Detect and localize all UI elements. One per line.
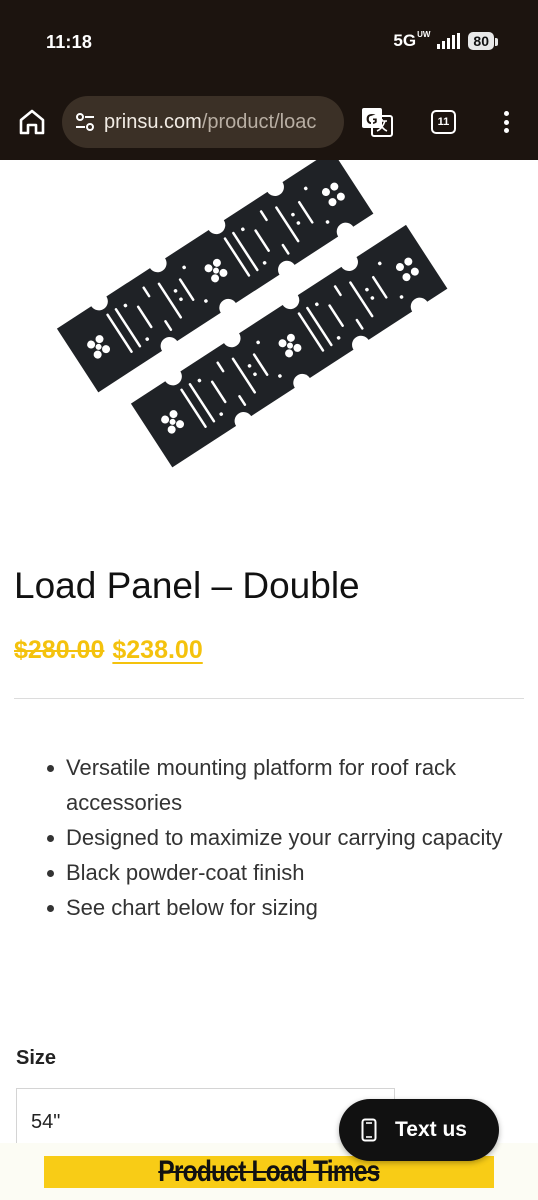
- feature-list: Versatile mounting platform for roof rac…: [47, 750, 516, 925]
- original-price: $280.00: [14, 636, 105, 664]
- status-time: 11:18: [46, 32, 93, 52]
- price-row: $280.00 $238.00: [14, 636, 203, 665]
- size-label: Size: [16, 1047, 57, 1069]
- text-us-label: Text us: [395, 1118, 467, 1141]
- phone-icon: [361, 1118, 377, 1142]
- browser-chrome: 11:18 5GUW 80 prinsu.com/product/loac G …: [0, 0, 538, 160]
- product-title: Load Panel – Double: [14, 565, 360, 606]
- text-us-button[interactable]: Text us: [339, 1099, 499, 1161]
- home-icon[interactable]: [16, 106, 48, 138]
- url-text: prinsu.com/product/loac: [104, 110, 317, 133]
- status-icons: 5GUW 80: [393, 30, 498, 51]
- divider: [14, 698, 524, 699]
- sale-price: $238.00: [112, 636, 203, 664]
- signal-icon: [437, 33, 461, 49]
- tab-switcher-button[interactable]: 11: [431, 110, 456, 134]
- address-bar[interactable]: prinsu.com/product/loac: [62, 96, 344, 148]
- network-indicator: 5GUW: [393, 30, 431, 51]
- more-menu-icon[interactable]: [496, 108, 516, 136]
- banner-text: Product Load Times: [158, 1156, 380, 1188]
- list-item: Designed to maximize your carrying capac…: [47, 820, 516, 855]
- list-item: Versatile mounting platform for roof rac…: [47, 750, 516, 820]
- battery-indicator: 80: [468, 32, 498, 50]
- product-image: [50, 160, 454, 477]
- site-settings-icon[interactable]: [74, 111, 96, 133]
- list-item: See chart below for sizing: [47, 890, 516, 925]
- list-item: Black powder-coat finish: [47, 855, 516, 890]
- translate-icon[interactable]: G: [361, 107, 393, 137]
